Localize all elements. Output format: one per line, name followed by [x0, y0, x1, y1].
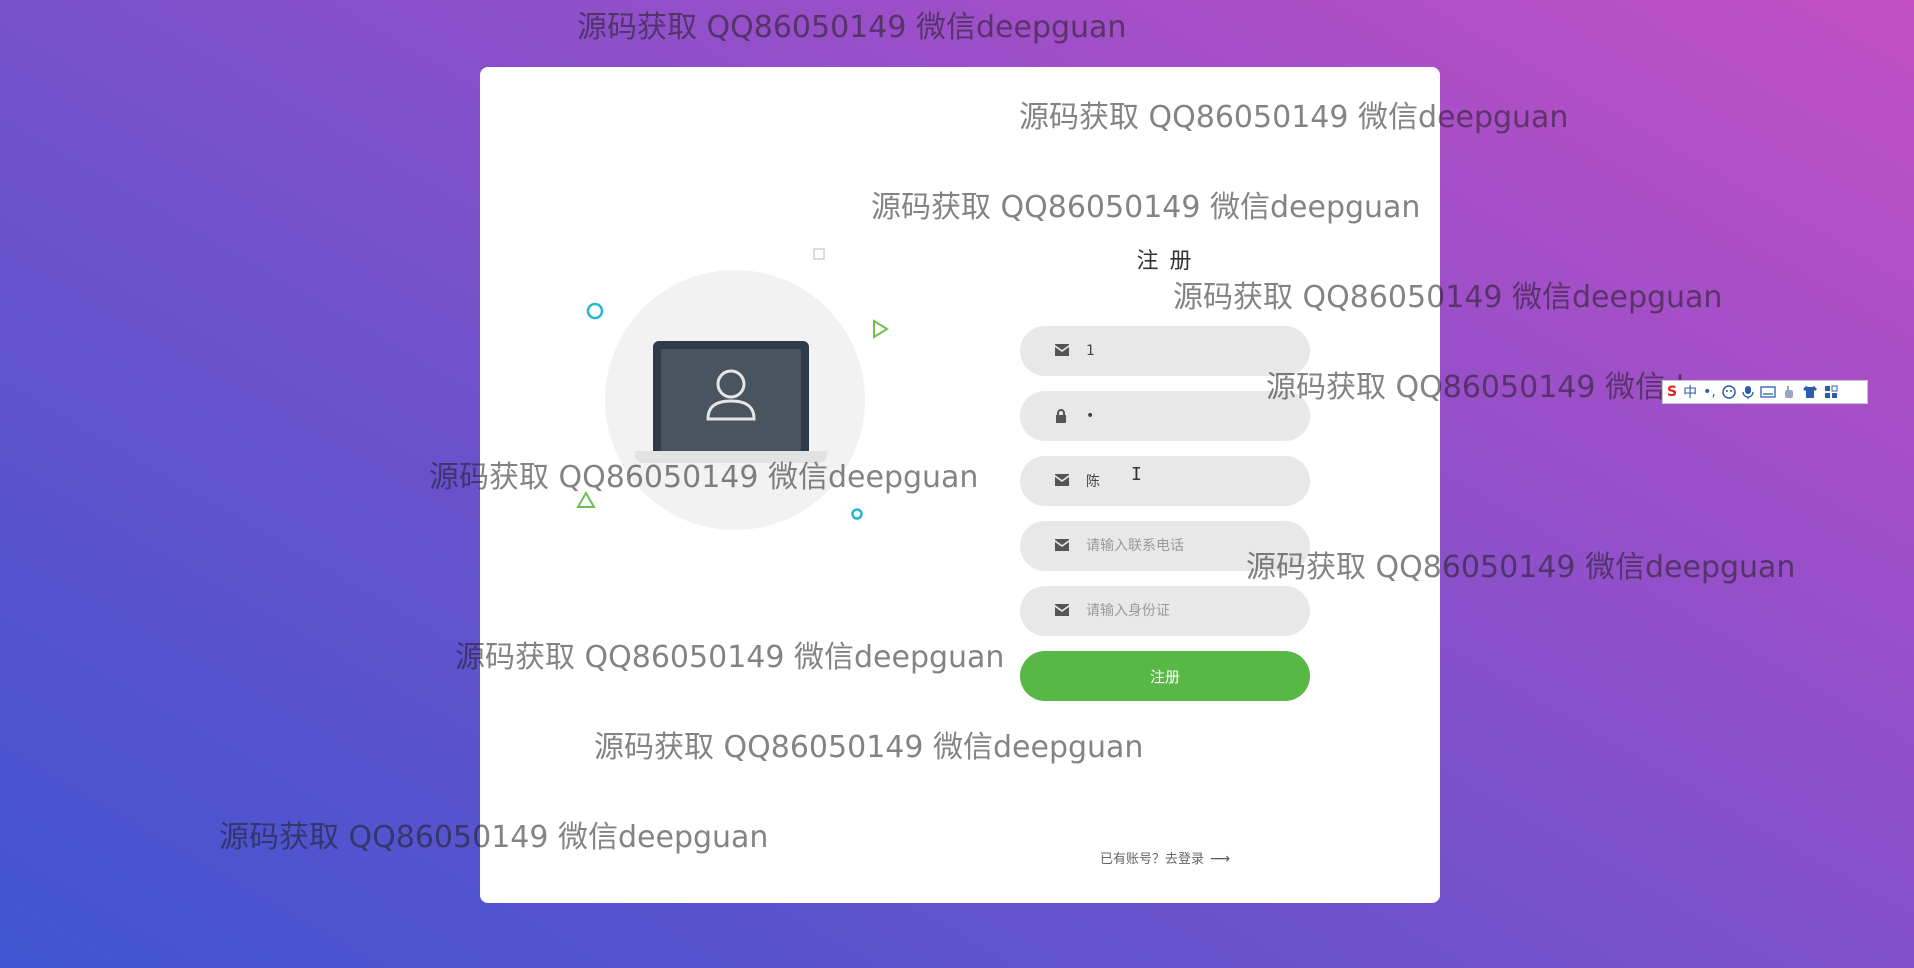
register-button[interactable]: 注册 [1020, 651, 1310, 701]
laptop-screen [661, 349, 801, 453]
envelope-icon [1055, 474, 1069, 486]
login-link[interactable]: 已有账号？去登录 ⟶ [1020, 848, 1310, 867]
circle-deco-icon [586, 302, 604, 320]
id-card-field[interactable] [1020, 586, 1310, 636]
form-title: 注 册 [1136, 249, 1194, 274]
play-triangle-deco-icon [873, 319, 889, 339]
hand-icon[interactable] [1782, 385, 1796, 399]
ime-logo-icon[interactable]: S [1667, 384, 1677, 400]
envelope-icon [1055, 604, 1069, 616]
illustration [480, 67, 980, 667]
ime-toolbar[interactable]: S 中 •, [1662, 380, 1868, 404]
small-circle-deco-icon [851, 508, 863, 520]
watermark: 源码获取 QQ86050149 微信deepguan [1019, 100, 1569, 135]
emoji-icon[interactable] [1722, 385, 1736, 399]
watermark: 源码获取 QQ86050149 微信deepguan [219, 820, 769, 855]
username-input[interactable] [1086, 326, 1286, 376]
ime-punctuation-toggle[interactable]: •, [1703, 384, 1716, 400]
watermark: 源码获取 QQ86050149 微信deepguan [429, 460, 979, 495]
watermark: 源码获取 QQ86050149 微信deepguan [455, 640, 1005, 675]
watermark: 源码获取 QQ86050149 微信deepguan [594, 730, 1144, 765]
skin-shirt-icon[interactable] [1802, 385, 1818, 399]
watermark: 源码获取 QQ86050149 微信deepguan [871, 190, 1421, 225]
user-icon [706, 369, 756, 421]
login-link-text[interactable]: 已有账号？去登录 [1100, 852, 1204, 867]
square-deco-icon [813, 248, 825, 260]
lock-icon [1056, 409, 1066, 423]
text-cursor-icon: I [1131, 464, 1142, 485]
toolbox-grid-icon[interactable] [1824, 385, 1838, 399]
watermark: 源码获取 QQ86050149 微信deepguan [577, 10, 1127, 45]
watermark: 源码获取 QQ86050149 微信deepguan [1246, 550, 1796, 585]
keyboard-icon[interactable] [1760, 386, 1776, 398]
password-input[interactable] [1086, 391, 1286, 441]
name-field[interactable] [1020, 456, 1310, 506]
name-input[interactable] [1086, 456, 1286, 506]
arrow-right-icon: ⟶ [1209, 851, 1231, 867]
laptop-icon [653, 341, 809, 453]
watermark: 源码获取 QQ86050149 微信deepguan [1173, 280, 1723, 315]
id-card-input[interactable] [1086, 586, 1286, 636]
microphone-icon[interactable] [1742, 385, 1754, 399]
envelope-icon [1055, 539, 1069, 551]
envelope-icon [1055, 344, 1069, 356]
ime-mode-toggle[interactable]: 中 [1683, 382, 1697, 402]
